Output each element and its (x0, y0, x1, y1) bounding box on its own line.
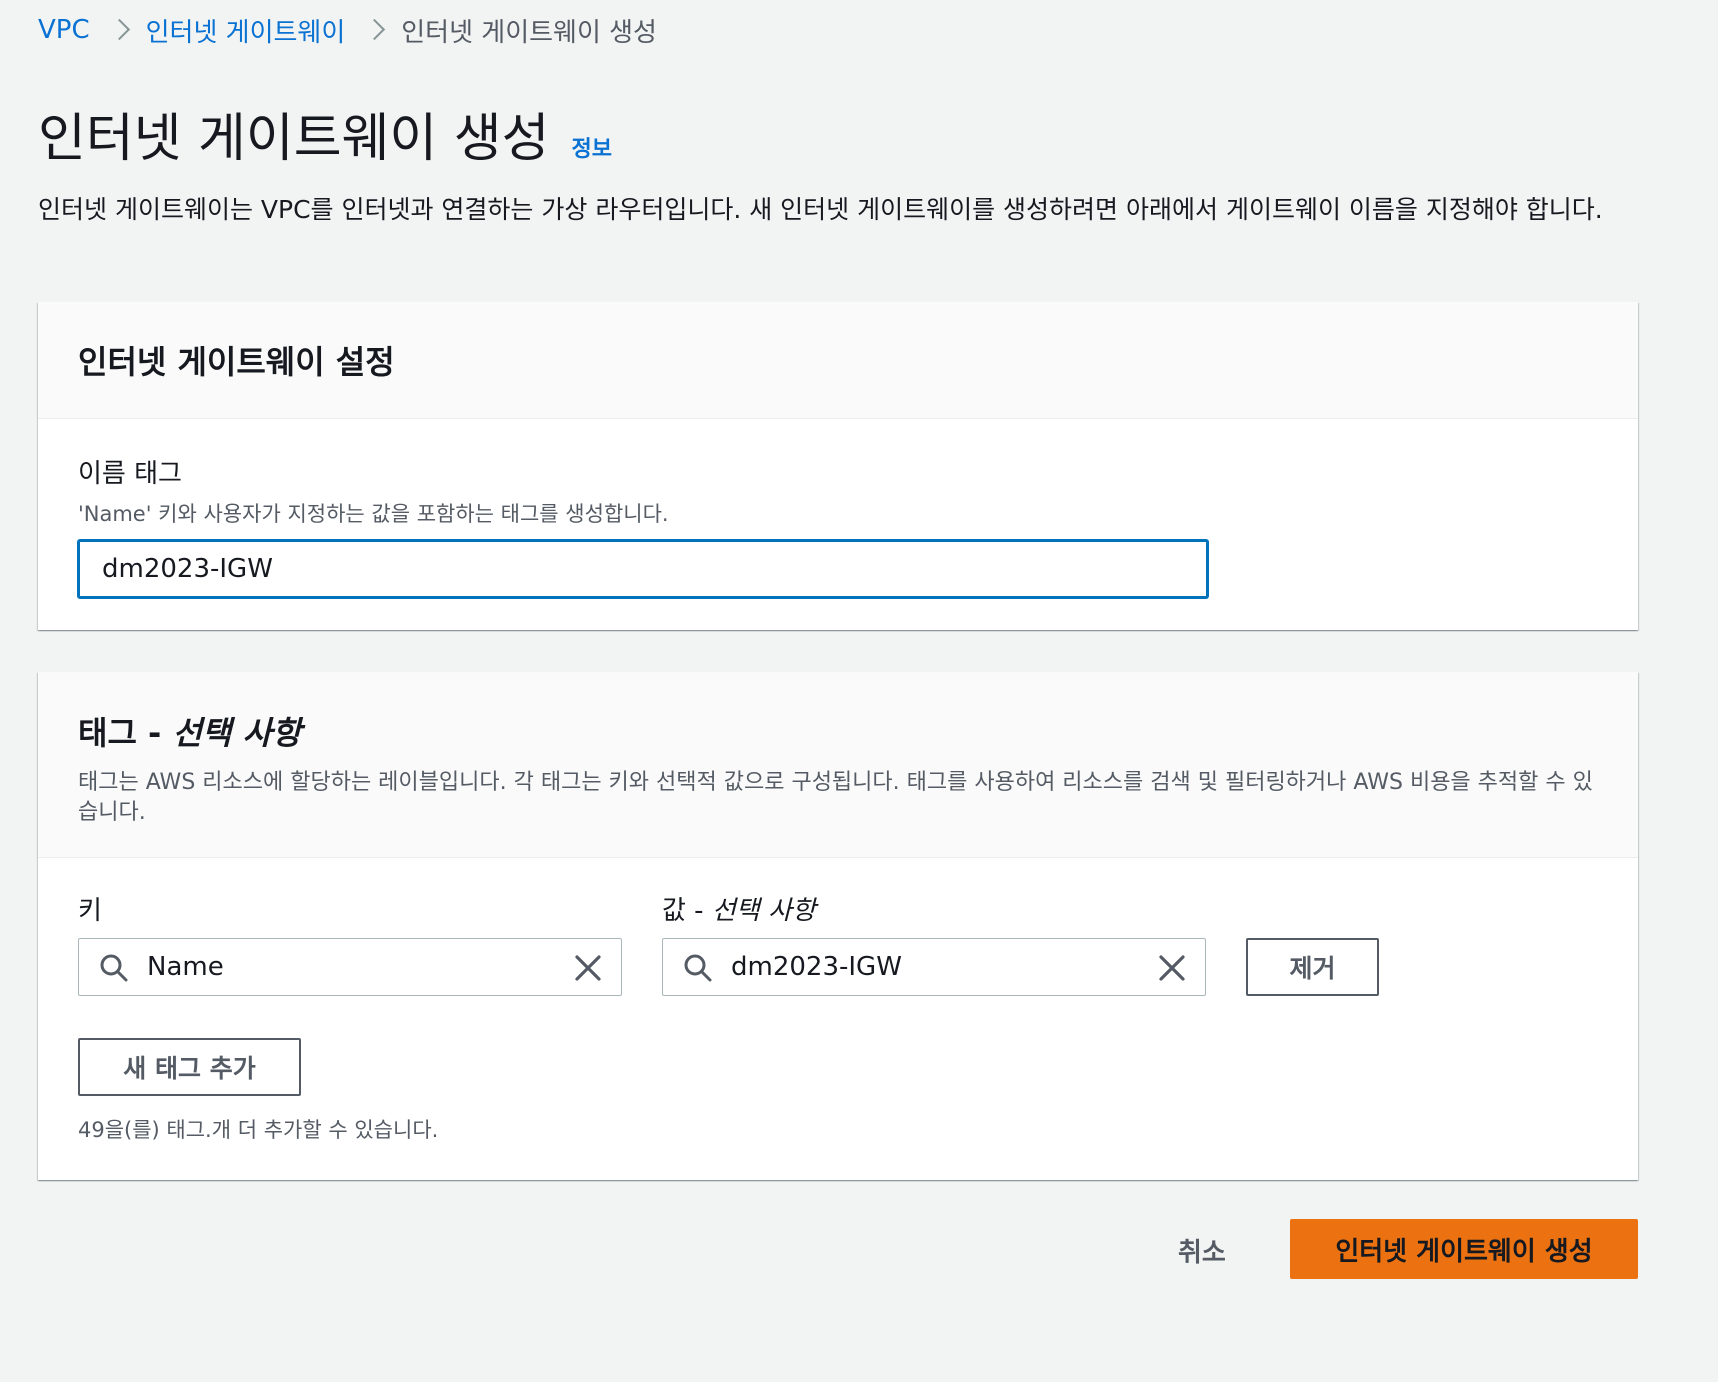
tag-key-field[interactable] (78, 938, 622, 996)
chevron-right-icon (345, 12, 401, 48)
breadcrumb-current-page: 인터넷 게이트웨이 생성 (401, 17, 657, 48)
tag-value-label-optional: 선택 사항 (711, 896, 816, 926)
tags-panel-title: 태그 - 선택 사항 (78, 708, 1598, 754)
internet-gateway-settings-panel: 인터넷 게이트웨이 설정 이름 태그 'Name' 키와 사용자가 지정하는 값… (38, 302, 1638, 630)
tags-editor: 키 값 - 선택 사항 제거 새 태그 추가 (38, 858, 1638, 1178)
name-tag-input[interactable] (78, 540, 1208, 598)
tag-key-input[interactable] (147, 947, 527, 987)
breadcrumb-vpc-link[interactable]: VPC (38, 15, 90, 45)
tag-value-label-main: 값 - (662, 896, 712, 926)
close-icon[interactable] (573, 953, 603, 983)
chevron-right-icon (90, 12, 146, 48)
page-title: 인터넷 게이트웨이 생성 (38, 109, 550, 169)
tag-key-label: 키 (78, 896, 102, 926)
tag-value-field[interactable] (662, 938, 1206, 996)
search-icon (100, 954, 128, 982)
tags-title-main: 태그 - (78, 714, 173, 752)
page-header: 인터넷 게이트웨이 생성 정보 (38, 96, 612, 171)
tags-panel: 태그 - 선택 사항 태그는 AWS 리소스에 할당하는 레이블입니다. 각 태… (38, 672, 1638, 1180)
tags-title-optional: 선택 사항 (172, 714, 302, 752)
add-new-tag-button[interactable]: 새 태그 추가 (78, 1038, 301, 1096)
search-icon (684, 954, 712, 982)
breadcrumb: VPC 인터넷 게이트웨이 인터넷 게이트웨이 생성 (38, 12, 657, 48)
cancel-button[interactable]: 취소 (1178, 1232, 1226, 1269)
name-tag-description: 'Name' 키와 사용자가 지정하는 값을 포함하는 태그를 생성합니다. (78, 502, 669, 526)
tags-panel-description: 태그는 AWS 리소스에 할당하는 레이블입니다. 각 태그는 키와 선택적 값… (78, 770, 1593, 825)
tag-value-label: 값 - 선택 사항 (662, 890, 816, 927)
remove-tag-button[interactable]: 제거 (1246, 938, 1379, 996)
breadcrumb-internet-gateways-link[interactable]: 인터넷 게이트웨이 (146, 12, 346, 49)
page-description: 인터넷 게이트웨이는 VPC를 인터넷과 연결하는 가상 라우터입니다. 새 인… (38, 195, 1603, 224)
settings-panel-title: 인터넷 게이트웨이 설정 (78, 343, 395, 381)
tag-value-input[interactable] (731, 947, 1111, 987)
panel-header: 인터넷 게이트웨이 설정 (38, 302, 1638, 419)
close-icon[interactable] (1157, 953, 1187, 983)
panel-header: 태그 - 선택 사항 태그는 AWS 리소스에 할당하는 레이블입니다. 각 태… (38, 672, 1638, 858)
remaining-tags-hint: 49을(를) 태그.개 더 추가할 수 있습니다. (78, 1118, 439, 1142)
create-internet-gateway-button[interactable]: 인터넷 게이트웨이 생성 (1290, 1219, 1638, 1279)
name-tag-label: 이름 태그 (78, 459, 182, 489)
info-link[interactable]: 정보 (571, 131, 611, 163)
panel-body: 이름 태그 'Name' 키와 사용자가 지정하는 값을 포함하는 태그를 생성… (38, 419, 1638, 598)
